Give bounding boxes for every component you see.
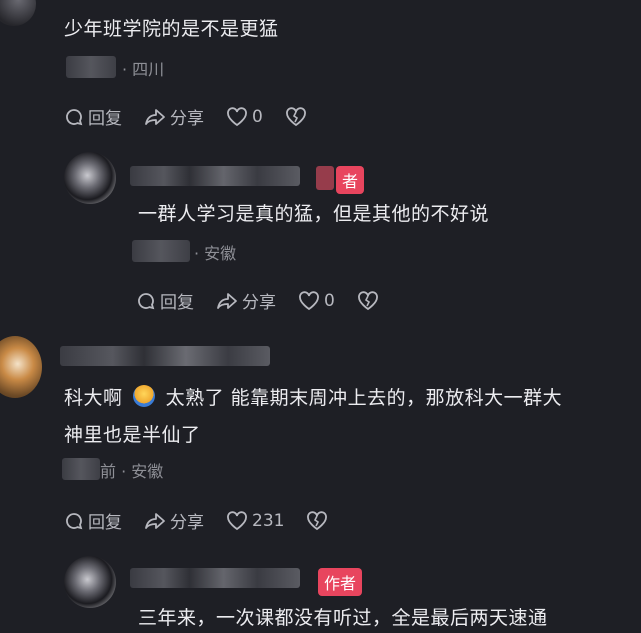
comment-text: 少年班学院的是不是更猛 — [64, 18, 279, 40]
author-badge: 作者 — [318, 568, 363, 596]
share-icon — [217, 292, 237, 309]
share-icon — [145, 108, 165, 125]
comment-text: 神里也是半仙了 — [64, 424, 201, 446]
username-blurred — [66, 56, 116, 78]
comment-actions: 回复 分享 231 — [64, 508, 354, 533]
comment-text: 一群人学习是真的猛，但是其他的不好说 — [138, 203, 490, 225]
heart-icon — [227, 106, 247, 126]
author-avatar[interactable] — [64, 556, 116, 608]
reply-icon — [138, 292, 155, 309]
username-blurred — [130, 568, 300, 588]
share-button[interactable]: 分享 — [216, 288, 276, 313]
dog-avatar[interactable] — [0, 336, 42, 398]
dislike-button[interactable] — [357, 290, 383, 311]
badge-blurred — [316, 166, 334, 190]
comment-location: · 安徽 — [194, 244, 237, 263]
reply-icon — [66, 512, 83, 529]
reply-button[interactable]: 回复 — [64, 104, 122, 129]
comment-actions: 回复 分享 0 — [64, 104, 333, 129]
username-blurred — [132, 240, 190, 262]
share-icon — [145, 512, 165, 529]
broken-heart-icon — [307, 510, 328, 530]
reply-button[interactable]: 回复 — [136, 288, 194, 313]
dislike-button[interactable] — [306, 510, 332, 531]
reply-button[interactable]: 回复 — [64, 508, 122, 533]
comment-location: · 四川 — [122, 60, 165, 79]
avatar[interactable] — [0, 0, 36, 26]
comment-location: 前 · 安徽 — [100, 462, 164, 481]
like-button[interactable]: 0 — [226, 107, 263, 127]
author-avatar[interactable] — [64, 152, 116, 204]
like-button[interactable]: 231 — [226, 511, 284, 531]
author-badge: 者 — [336, 166, 365, 194]
heart-icon — [227, 510, 247, 530]
share-button[interactable]: 分享 — [144, 508, 204, 533]
broken-heart-icon — [357, 290, 378, 310]
heart-icon — [299, 290, 319, 310]
like-button[interactable]: 0 — [298, 291, 335, 311]
share-button[interactable]: 分享 — [144, 104, 204, 129]
comment-text: 科大啊 太熟了 能靠期末周冲上去的，那放科大一群大 — [64, 385, 563, 409]
username-blurred — [62, 458, 100, 480]
comment-actions: 回复 分享 0 — [136, 288, 405, 313]
username-blurred — [130, 166, 300, 186]
dislike-button[interactable] — [285, 106, 311, 127]
username-blurred — [60, 346, 270, 366]
broken-heart-icon — [285, 106, 306, 126]
emoji-icon — [133, 385, 156, 407]
reply-icon — [66, 108, 83, 125]
comment-text: 三年来，一次课都没有听过，全是最后两天速通 — [138, 607, 548, 629]
